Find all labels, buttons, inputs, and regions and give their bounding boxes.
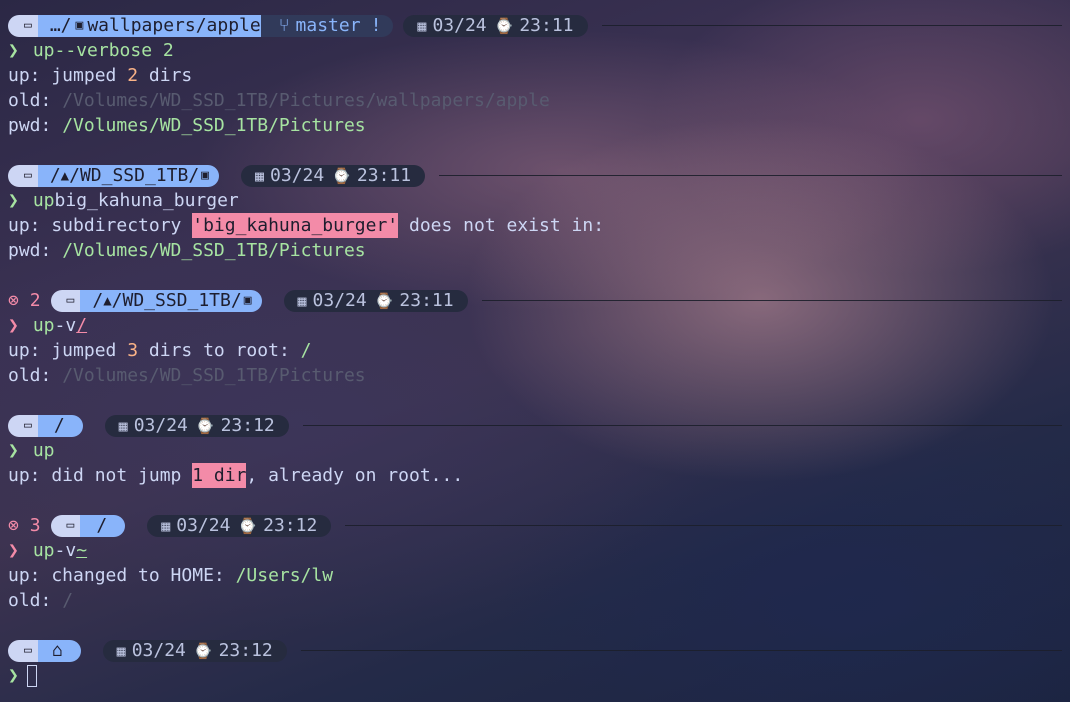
os-segment: ▭ [50,514,81,537]
time-segment: ▦ 03/24 ⌚ 23:12 [102,639,287,662]
prompt-line: ▭ ⌂ ▦ 03/24 ⌚ 23:12 [8,638,1062,663]
prompt-icon: ❯ [8,190,19,211]
prompt-line: ▭ / ▦ 03/24 ⌚ 23:12 [8,413,1062,438]
prompt-line: ▭ …/ ▣ wallpapers/apple ⑂ master ! ▦ 03/… [8,13,1062,38]
time-segment: ▦ 03/24 ⌚ 23:11 [240,164,426,187]
path-segment: …/ ▣ wallpapers/apple [37,14,271,37]
time-segment: ▦ 03/24 ⌚ 23:11 [283,289,468,312]
calendar-icon: ▦ [116,641,126,660]
terminal-output: ▭ …/ ▣ wallpapers/apple ⑂ master ! ▦ 03/… [8,13,1062,688]
laptop-icon: ▭ [66,517,75,533]
error-status: ⊗ 3 [8,515,41,536]
prompt-icon: ❯ [8,665,19,686]
path-segment: / ▲ /WD_SSD_1TB/ ▣ [80,289,262,312]
watch-icon: ⌚ [374,291,394,310]
output-line: old: /Volumes/WD_SSD_1TB/Pictures/wallpa… [8,90,550,111]
path-segment: / [37,414,83,437]
output-line: pwd: /Volumes/WD_SSD_1TB/Pictures [8,115,366,136]
os-segment: ▭ [8,14,38,37]
command-line: ❯ up --verbose 2 [8,40,174,61]
divider [601,25,1062,26]
image-icon: ▣ [201,167,209,183]
time-segment: ▦ 03/24 ⌚ 23:12 [147,514,332,537]
calendar-icon: ▦ [297,291,307,310]
mountain-icon: ▲ [60,167,70,184]
output-line: up: subdirectory 'big_kahuna_burger' doe… [8,213,605,238]
prompt-icon: ❯ [8,40,19,61]
divider [302,425,1062,426]
os-segment: ▭ [50,289,81,312]
output-line: up: jumped 2 dirs [8,65,193,86]
path-segment: ⌂ [37,639,81,662]
path-segment: / [80,514,126,537]
prompt-icon: ❯ [8,540,19,561]
image-icon: ▣ [243,292,252,308]
git-segment: ⑂ master ! [260,14,394,37]
home-icon: ⌂ [51,639,63,661]
time-segment: ▦ 03/24 ⌚ 23:11 [403,14,588,37]
error-icon: ⊗ [8,515,19,536]
output-line: pwd: /Volumes/WD_SSD_1TB/Pictures [8,240,366,261]
input-line[interactable]: ❯ [8,663,1062,688]
divider [300,650,1062,651]
watch-icon: ⌚ [193,641,213,660]
watch-icon: ⌚ [332,166,351,185]
laptop-icon: ▭ [24,167,32,183]
output-line: old: /Volumes/WD_SSD_1TB/Pictures [8,365,366,386]
watch-icon: ⌚ [494,16,514,35]
output-line: up: did not jump 1 dir, already on root.… [8,463,464,488]
text-cursor[interactable] [26,664,37,687]
calendar-icon: ▦ [161,516,171,535]
divider [439,175,1062,176]
prompt-line: ⊗ 3 ▭ / ▦ 03/24 ⌚ 23:12 [8,513,1062,538]
laptop-icon: ▭ [24,417,32,433]
image-icon: ▣ [75,17,84,33]
watch-icon: ⌚ [195,416,215,435]
laptop-icon: ▭ [66,292,75,308]
divider [481,300,1062,301]
prompt-icon: ❯ [8,440,19,461]
mountain-icon: ▲ [103,292,112,309]
os-segment: ▭ [8,414,38,437]
laptop-icon: ▭ [24,17,32,33]
error-icon: ⊗ [8,290,19,311]
calendar-icon: ▦ [118,416,128,435]
command-line: ❯ up -v / [8,315,88,336]
divider [345,525,1062,526]
output-line: old: / [8,590,74,611]
git-status: ! [370,14,382,36]
prompt-line: ⊗ 2 ▭ / ▲ /WD_SSD_1TB/ ▣ ▦ 03/24 ⌚ 23:11 [8,288,1062,313]
watch-icon: ⌚ [238,516,258,535]
calendar-icon: ▦ [254,166,265,185]
command-line: ❯ up big_kahuna_burger [8,190,239,211]
calendar-icon: ▦ [417,16,427,35]
git-branch-icon: ⑂ [278,14,290,36]
output-line: up: jumped 3 dirs to root: / [8,340,312,361]
prompt-icon: ❯ [8,315,19,336]
path-segment: / ▲ /WD_SSD_1TB/ ▣ [37,164,219,187]
command-line: ❯ up -v ~ [8,540,88,561]
command-line: ❯ up [8,440,55,461]
error-status: ⊗ 2 [8,290,41,311]
laptop-icon: ▭ [24,642,32,658]
os-segment: ▭ [8,639,38,662]
prompt-line: ▭ / ▲ /WD_SSD_1TB/ ▣ ▦ 03/24 ⌚ 23:11 [8,163,1062,188]
output-line: up: changed to HOME: /Users/lw [8,565,334,586]
os-segment: ▭ [8,164,38,187]
git-branch: master [295,14,361,36]
time-segment: ▦ 03/24 ⌚ 23:12 [104,414,289,437]
